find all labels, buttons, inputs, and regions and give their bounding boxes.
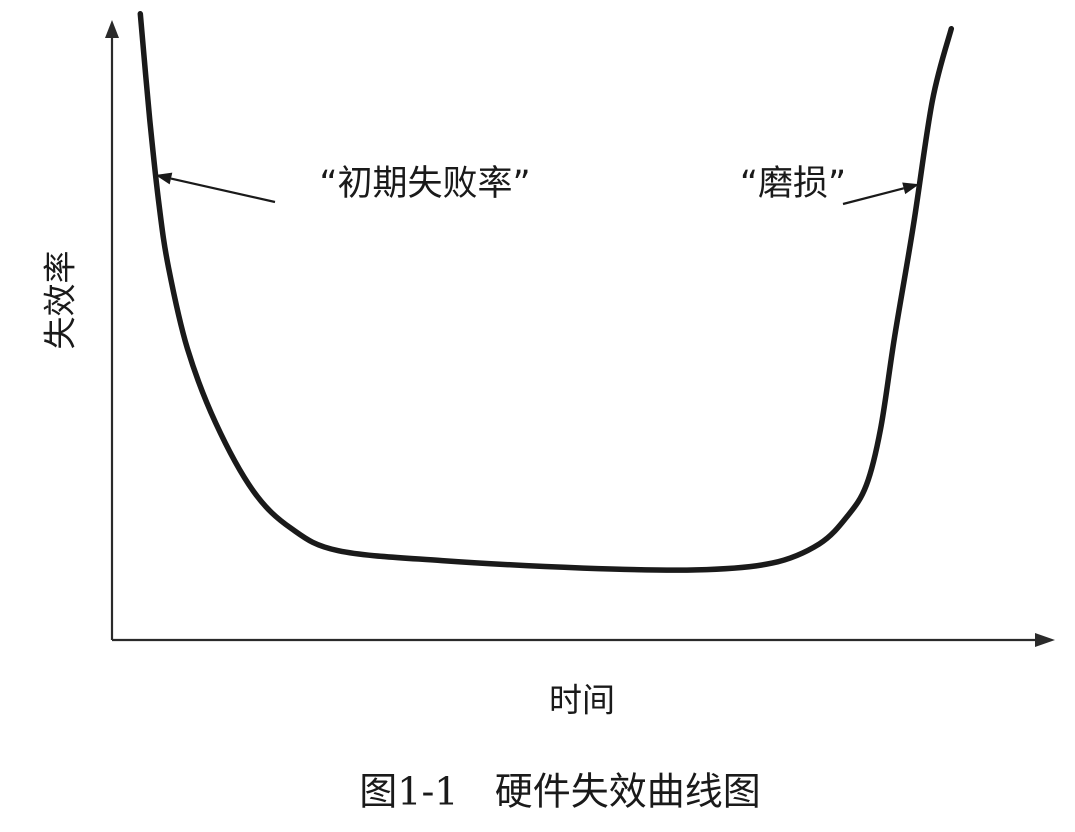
figure-caption: 图1-1 硬件失效曲线图 [359,770,760,814]
y-axis-label: 失效率 [41,251,80,350]
y-axis-arrowhead [105,20,119,38]
annotation-label-1: “磨损” [740,164,846,204]
annotation-label-0: “初期失败率” [319,164,530,204]
annotation-arrow-line-1 [842,187,904,206]
failure-rate-chart: “初期失败率” “磨损” 失效率 时间 图1-1 硬件失效曲线图 [41,11,1055,814]
axes [105,20,1055,647]
annotations: “初期失败率” “磨损” [155,164,920,206]
x-axis-label: 时间 [549,681,615,720]
x-axis-arrowhead [1035,633,1055,647]
annotation-arrow-line-0 [170,177,276,204]
failure-curve-line-0 [137,11,955,573]
curves [137,11,955,573]
